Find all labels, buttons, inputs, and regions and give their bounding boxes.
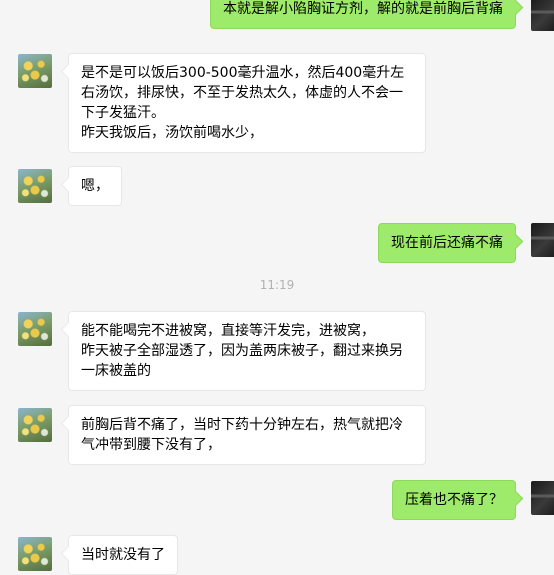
contact-avatar-icon[interactable] — [18, 54, 52, 88]
message-bubble-incoming[interactable]: 前胸后背不痛了，当时下药十分钟左右，热气就把冷气冲带到腰下没有了， — [68, 405, 426, 465]
contact-avatar-icon[interactable] — [18, 169, 52, 203]
contact-avatar-icon[interactable] — [18, 537, 52, 571]
message-bubble-incoming[interactable]: 是不是可以饭后300-500毫升温水，然后400毫升左右汤饮，排尿快，不至于发热… — [68, 53, 426, 153]
message-bubble-outgoing[interactable]: 本就是解小陷胸证方剂，解的就是前胸后背痛 — [210, 0, 516, 29]
my-avatar-icon[interactable] — [531, 481, 554, 515]
message-bubble-incoming[interactable]: 能不能喝完不进被窝，直接等汗发完，进被窝， 昨天被子全部湿透了，因为盖两床被子，… — [68, 311, 426, 391]
contact-avatar-icon[interactable] — [18, 312, 52, 346]
message-bubble-incoming[interactable]: 嗯， — [68, 166, 122, 206]
my-avatar-icon[interactable] — [531, 0, 554, 31]
message-bubble-outgoing[interactable]: 压着也不痛了？ — [392, 480, 516, 520]
my-avatar-icon[interactable] — [531, 223, 554, 257]
contact-avatar-icon[interactable] — [18, 408, 52, 442]
timestamp-divider: 11:19 — [259, 278, 295, 292]
message-bubble-incoming[interactable]: 当时就没有了 — [68, 535, 178, 575]
message-bubble-outgoing[interactable]: 现在前后还痛不痛 — [378, 223, 516, 263]
